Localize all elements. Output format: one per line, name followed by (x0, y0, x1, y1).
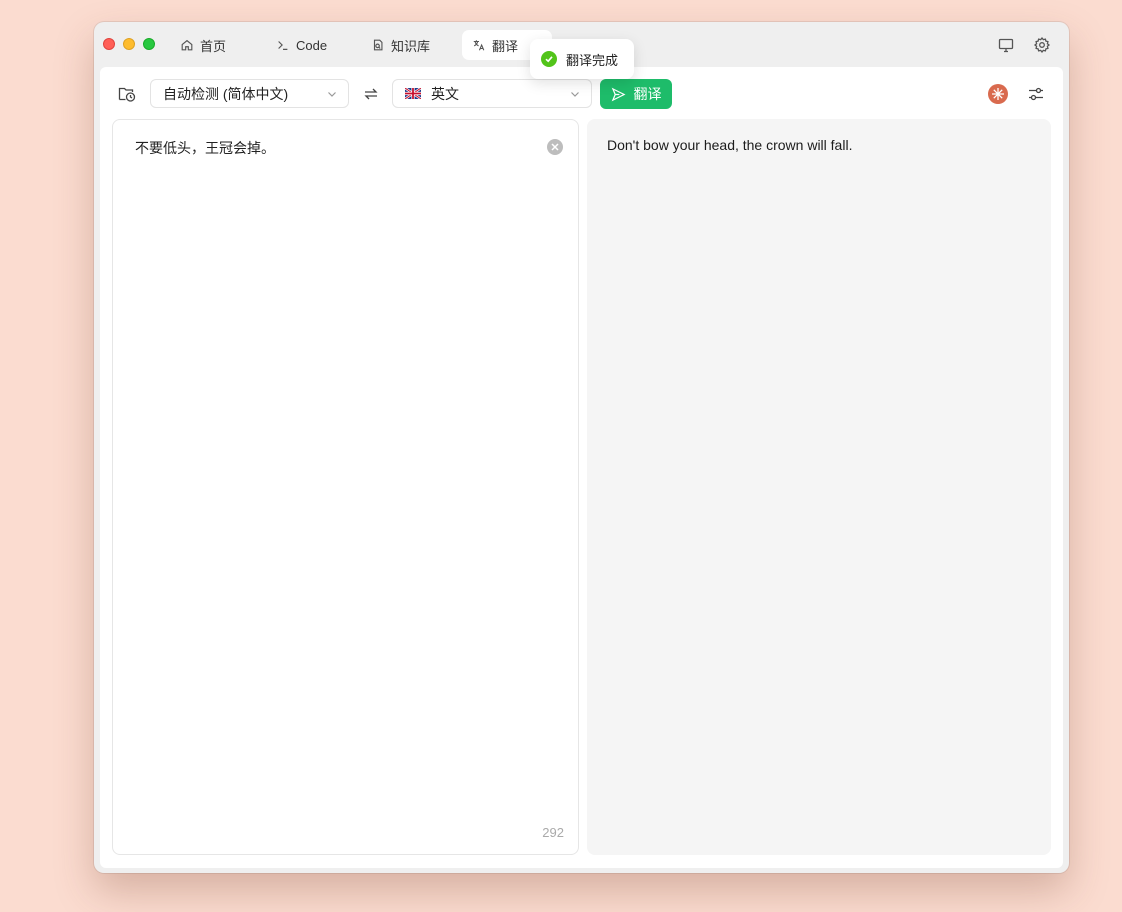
translation-result-text: Don't bow your head, the crown will fall… (607, 137, 853, 153)
settings-gear-icon[interactable] (1033, 36, 1051, 54)
success-check-icon (541, 51, 557, 67)
tab-home-label: 首页 (200, 38, 227, 54)
sparkle-logo-icon (992, 88, 1004, 100)
translate-button-label: 翻译 (633, 86, 662, 102)
tab-knowledge[interactable]: 知识库 (361, 30, 440, 60)
translation-complete-toast: 翻译完成 (530, 39, 634, 79)
translate-page: 自动检测 (简体中文) 英文 翻译 不要低头，王冠会掉。 292 Don't b… (100, 67, 1063, 868)
monitor-icon[interactable] (997, 36, 1015, 54)
tab-home[interactable]: 首页 (170, 30, 236, 60)
toast-message: 翻译完成 (566, 52, 619, 68)
chevron-down-icon (571, 92, 579, 97)
swap-arrows-icon (364, 88, 378, 100)
translate-button[interactable]: 翻译 (600, 79, 672, 109)
target-language-select[interactable]: 英文 (392, 79, 592, 108)
source-text[interactable]: 不要低头，王冠会掉。 (135, 138, 275, 158)
app-window: 首页 Code 知识库 翻译 自动检测 (简体中文) 英文 翻译 不要低头，王冠… (94, 22, 1069, 873)
tab-code-label: Code (296, 37, 328, 53)
knowledge-icon (373, 39, 383, 51)
translate-icon (473, 40, 485, 51)
target-language-value: 英文 (431, 85, 459, 102)
character-count: 292 (542, 825, 564, 840)
clear-input-button[interactable] (547, 139, 563, 155)
terminal-icon (278, 41, 288, 50)
chevron-down-icon (328, 92, 336, 97)
translation-result-pane: Don't bow your head, the crown will fall… (587, 119, 1051, 855)
tab-code[interactable]: Code (266, 30, 337, 60)
translate-settings-button[interactable] (1026, 84, 1046, 104)
history-folder-icon (118, 87, 136, 102)
home-icon (181, 39, 193, 51)
close-icon (551, 143, 559, 151)
source-language-select[interactable]: 自动检测 (简体中文) (150, 79, 349, 108)
sliders-icon (1029, 87, 1043, 101)
maximize-window-button[interactable] (143, 38, 155, 50)
tab-knowledge-label: 知识库 (391, 38, 431, 54)
source-text-area[interactable]: 不要低头，王冠会掉。 292 (112, 119, 579, 855)
tab-translate-label: 翻译 (492, 38, 519, 54)
model-avatar[interactable] (988, 84, 1008, 104)
history-button[interactable] (116, 83, 138, 105)
send-icon (611, 87, 625, 101)
source-language-value: 自动检测 (简体中文) (163, 85, 289, 102)
uk-flag-icon (405, 88, 421, 99)
swap-languages-button[interactable] (360, 84, 382, 104)
close-window-button[interactable] (103, 38, 115, 50)
minimize-window-button[interactable] (123, 38, 135, 50)
